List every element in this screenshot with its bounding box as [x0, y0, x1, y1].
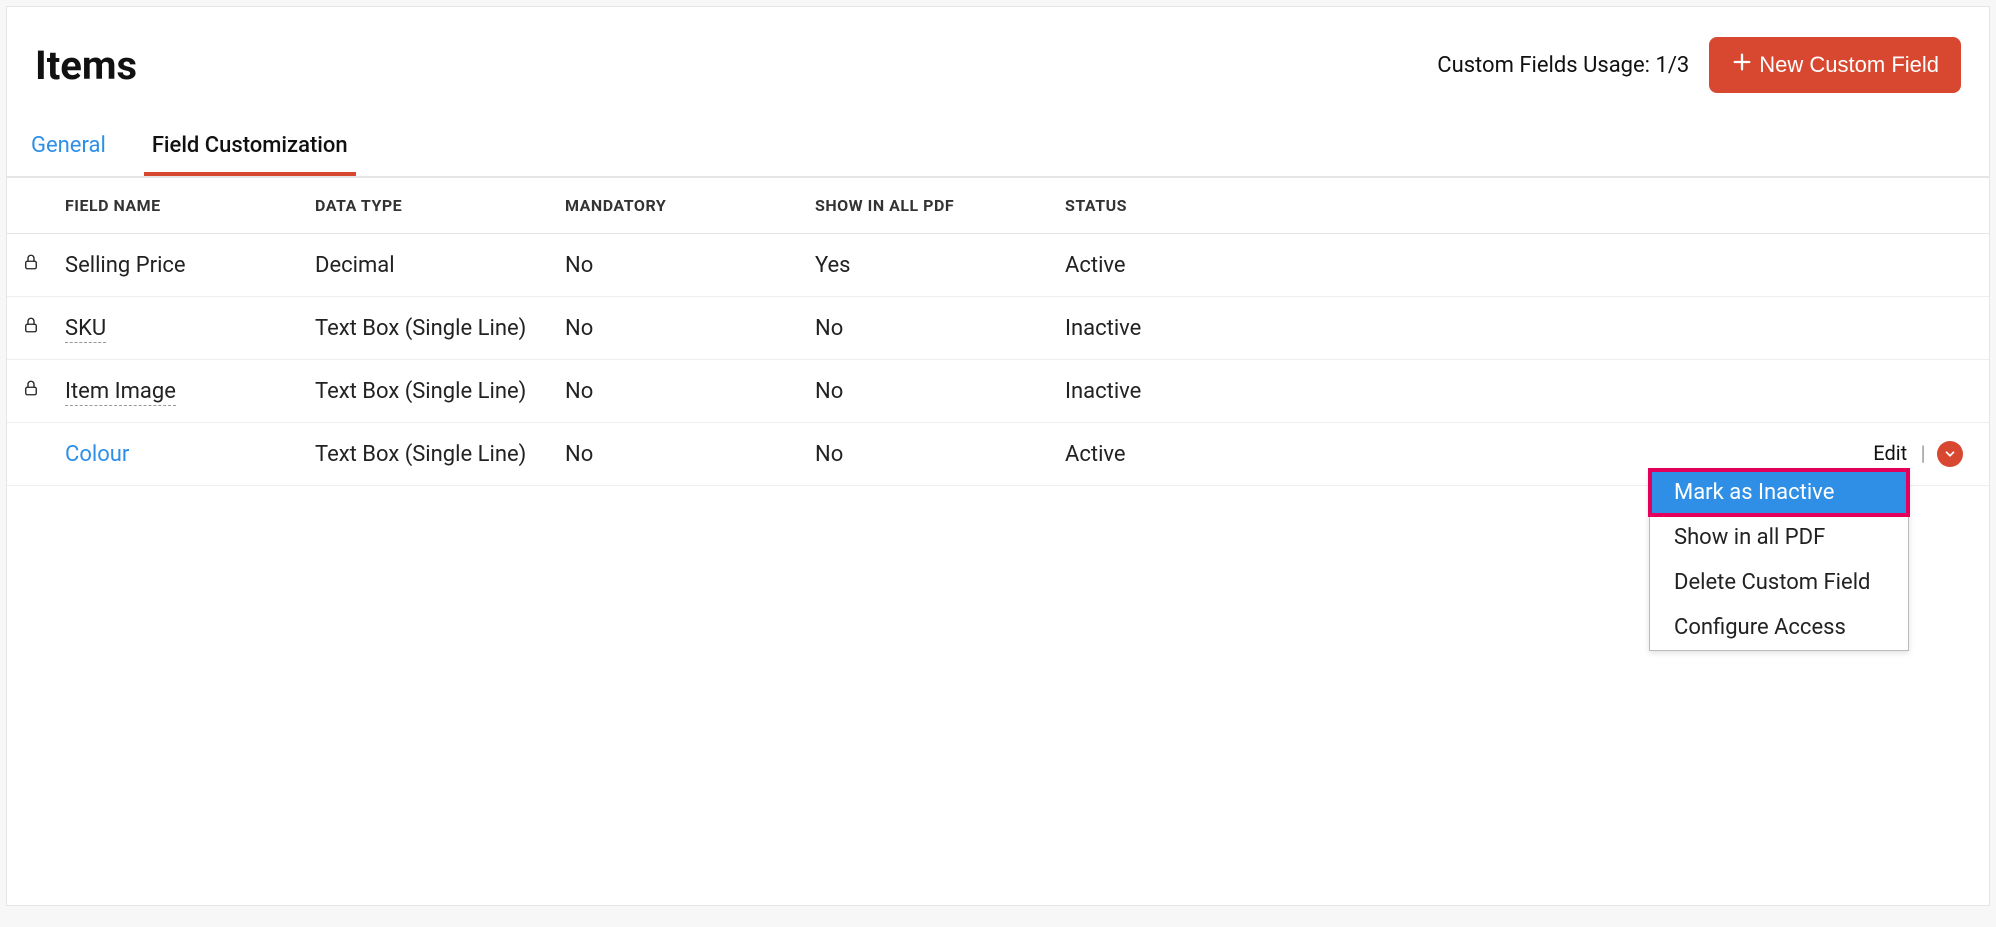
- table-header-row: FIELD NAME DATA TYPE MANDATORY SHOW IN A…: [7, 178, 1989, 234]
- field-name[interactable]: Colour: [65, 442, 129, 467]
- page-container: Items Custom Fields Usage: 1/3 New Custo…: [6, 6, 1990, 906]
- field-type: Text Box (Single Line): [315, 379, 526, 404]
- field-pdf: No: [815, 379, 843, 404]
- table-row: SKU Text Box (Single Line) No No Inactiv…: [7, 297, 1989, 360]
- row-actions-dropdown: Mark as Inactive Show in all PDF Delete …: [1649, 469, 1909, 651]
- col-field-name-header: FIELD NAME: [55, 178, 305, 234]
- field-status: Active: [1065, 442, 1126, 467]
- new-custom-field-button[interactable]: New Custom Field: [1709, 37, 1961, 93]
- field-type: Decimal: [315, 253, 395, 278]
- field-mandatory: No: [565, 442, 593, 467]
- page-header: Items Custom Fields Usage: 1/3 New Custo…: [7, 7, 1989, 93]
- custom-fields-usage: Custom Fields Usage: 1/3: [1437, 53, 1689, 78]
- lock-icon: [22, 378, 40, 404]
- lock-icon: [22, 252, 40, 278]
- fields-table: FIELD NAME DATA TYPE MANDATORY SHOW IN A…: [7, 177, 1989, 486]
- field-status: Inactive: [1065, 316, 1141, 341]
- field-mandatory: No: [565, 253, 593, 278]
- field-status: Inactive: [1065, 379, 1141, 404]
- field-type: Text Box (Single Line): [315, 316, 526, 341]
- tabs: General Field Customization: [7, 93, 1989, 177]
- tab-field-customization[interactable]: Field Customization: [144, 133, 356, 176]
- dropdown-item-mark-inactive[interactable]: Mark as Inactive: [1650, 470, 1908, 515]
- field-name: Selling Price: [65, 253, 186, 278]
- field-pdf: Yes: [815, 253, 851, 278]
- field-pdf: No: [815, 316, 843, 341]
- dropdown-item-delete[interactable]: Delete Custom Field: [1650, 560, 1908, 605]
- field-name: SKU: [65, 316, 106, 343]
- field-mandatory: No: [565, 379, 593, 404]
- col-data-type-header: DATA TYPE: [305, 178, 555, 234]
- field-name: Item Image: [65, 379, 176, 406]
- row-actions-dropdown-toggle[interactable]: [1937, 441, 1963, 467]
- dropdown-item-show-in-pdf[interactable]: Show in all PDF: [1650, 515, 1908, 560]
- col-lock-header: [7, 178, 55, 234]
- field-type: Text Box (Single Line): [315, 442, 526, 467]
- field-mandatory: No: [565, 316, 593, 341]
- new-custom-field-label: New Custom Field: [1759, 52, 1939, 78]
- action-separator: |: [1921, 441, 1926, 465]
- table-row: Selling Price Decimal No Yes Active: [7, 234, 1989, 297]
- page-title: Items: [35, 42, 137, 89]
- lock-icon: [22, 315, 40, 341]
- col-mandatory-header: MANDATORY: [555, 178, 805, 234]
- edit-link[interactable]: Edit: [1873, 441, 1907, 465]
- table-row: Item Image Text Box (Single Line) No No …: [7, 360, 1989, 423]
- col-status-header: STATUS: [1055, 178, 1315, 234]
- dropdown-item-configure-access[interactable]: Configure Access: [1650, 605, 1908, 650]
- field-pdf: No: [815, 442, 843, 467]
- plus-icon: [1731, 51, 1753, 79]
- chevron-down-icon: [1943, 447, 1957, 461]
- col-actions-header: [1315, 178, 1989, 234]
- col-show-pdf-header: SHOW IN ALL PDF: [805, 178, 1055, 234]
- header-right: Custom Fields Usage: 1/3 New Custom Fiel…: [1437, 37, 1961, 93]
- tab-general[interactable]: General: [23, 133, 114, 176]
- field-status: Active: [1065, 253, 1126, 278]
